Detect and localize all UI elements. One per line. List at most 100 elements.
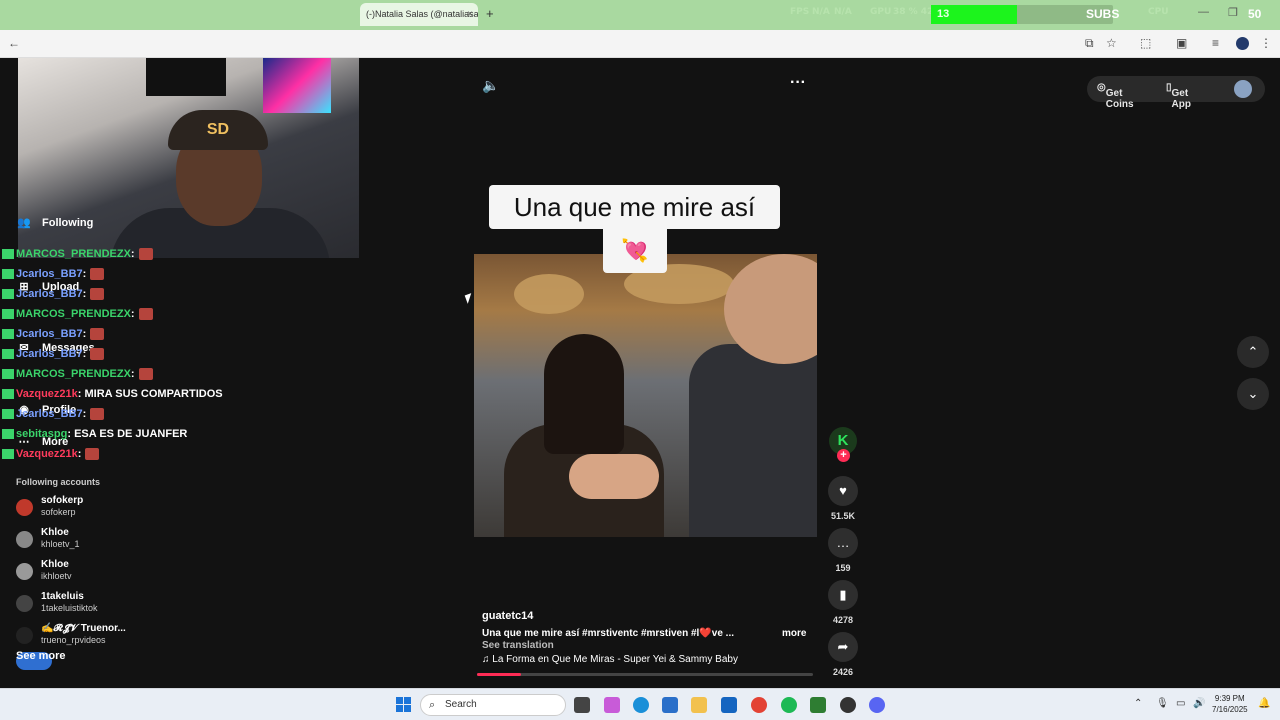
chat-message: MARCOS_PRENDEZX: — [2, 364, 153, 384]
account-avatar — [16, 499, 33, 516]
account-avatar — [16, 563, 33, 580]
see-translation-link[interactable]: See translation — [482, 640, 554, 651]
fps-value: N/A — [812, 7, 830, 17]
chat-text: : — [82, 288, 87, 300]
extensions-icon[interactable]: ⬚ — [1140, 36, 1151, 50]
maximize-icon[interactable]: ❐ — [1228, 6, 1238, 19]
video-lamp — [514, 274, 584, 314]
edge-icon[interactable] — [633, 697, 649, 713]
chat-username: Jcarlos_BB7 — [16, 408, 83, 420]
bookmark-icon[interactable]: ▮ — [828, 580, 858, 610]
chat-username: MARCOS_PRENDEZX — [16, 248, 131, 260]
webcam-poster — [263, 58, 331, 113]
get-coins-button[interactable]: ◎ Get Coins — [1097, 82, 1134, 110]
microphone-icon[interactable]: 🎙 — [1156, 698, 1169, 709]
media-icon[interactable]: ≡ — [1212, 36, 1219, 50]
account-avatar — [16, 531, 33, 548]
chat-emote-icon — [90, 408, 105, 421]
windows-taskbar: ⌕ Search ⌃ 🎙 ▭ 🔊 9:39 PM 7/16/2025 🔔 — [0, 688, 1280, 720]
chat-text: : — [130, 308, 135, 320]
following-account-item[interactable]: Khloe ikhloetv — [16, 559, 216, 587]
volume-icon[interactable]: 🔈 — [482, 77, 499, 94]
video-caption: Una que me mire así — [489, 185, 780, 229]
profile-avatar-icon[interactable] — [1236, 37, 1249, 50]
obs-icon[interactable] — [840, 697, 856, 713]
browser-menu-icon[interactable]: ⋮ — [1260, 36, 1272, 50]
video-person — [544, 334, 624, 454]
following-accounts-heading: Following accounts — [16, 477, 101, 487]
install-icon[interactable]: ⧉ — [1085, 36, 1094, 51]
following-account-item[interactable]: sofokerp sofokerp — [16, 495, 216, 523]
chat-username: Vazquez21k — [16, 388, 78, 400]
chat-badge-icon — [2, 409, 14, 420]
chat-message: Jcarlos_BB7: — [2, 264, 105, 284]
chat-text: : MIRA SUS COMPARTIDOS — [77, 388, 223, 400]
get-app-button[interactable]: ▯ Get App — [1166, 82, 1191, 110]
chat-text: : — [130, 248, 135, 260]
like-action[interactable]: ♥ 51.5K — [828, 476, 858, 521]
save-count: 4278 — [832, 615, 854, 625]
see-more-link[interactable]: See more — [16, 650, 66, 662]
back-icon[interactable]: ← — [8, 36, 20, 50]
following-account-item[interactable]: 1takeluis 1takeluistiktok — [16, 591, 216, 619]
notifications-icon[interactable]: 🔔 — [1258, 698, 1270, 709]
browser-tab[interactable]: (-)Natalia Salas (@nataliasal × — [360, 3, 478, 26]
video-progress-bar[interactable] — [477, 673, 813, 676]
taskbar-search[interactable]: ⌕ Search — [420, 694, 566, 716]
clock-time: 9:39 PM — [1214, 694, 1245, 703]
share-icon[interactable]: ➦ — [828, 632, 858, 662]
chevron-up-icon[interactable]: ⌃ — [1237, 336, 1269, 368]
search-icon: ⌕ — [429, 699, 436, 711]
save-action[interactable]: ▮ 4278 — [828, 580, 858, 625]
tiktok-page: SD 👥 Following ⊞ Upload ✉ Messages ◉ Profile… — [0, 58, 1280, 688]
chat-text: : — [77, 448, 82, 460]
share-action[interactable]: ➦ 2426 — [828, 632, 858, 677]
video-options-icon[interactable]: ··· — [790, 74, 806, 92]
nav-following[interactable]: 👥 Following — [16, 216, 93, 229]
chat-emote-icon — [90, 328, 105, 341]
following-account-item[interactable]: Khloe khloetv_1 — [16, 527, 216, 555]
video-player[interactable] — [474, 254, 817, 537]
comment-count: 159 — [835, 563, 851, 573]
heart-icon[interactable]: ♥ — [828, 476, 858, 506]
chat-message: MARCOS_PRENDEZX: — [2, 304, 153, 324]
new-tab-button[interactable]: + — [486, 6, 494, 21]
chrome-icon[interactable] — [751, 697, 767, 713]
chat-message: Jcarlos_BB7: — [2, 404, 105, 424]
chat-username: Jcarlos_BB7 — [16, 268, 83, 280]
file-explorer-icon[interactable] — [691, 697, 707, 713]
tray-chevron-icon[interactable]: ⌃ — [1134, 698, 1142, 709]
video-author[interactable]: guatetc14 — [482, 610, 533, 622]
outlook-icon[interactable] — [721, 697, 737, 713]
split-view-icon[interactable]: ▣ — [1176, 36, 1187, 50]
description-more-link[interactable]: more — [782, 628, 806, 639]
following-account-item[interactable]: ✍️𝓡𝓙𝓥 Truenor... trueno_rpvideos — [16, 623, 216, 651]
chat-text: : ESA ES DE JUANFER — [67, 428, 188, 440]
taskbar-clock[interactable]: 9:39 PM 7/16/2025 — [1212, 693, 1248, 715]
terminal-icon[interactable] — [810, 697, 826, 713]
windows-start-icon[interactable] — [396, 697, 412, 713]
comment-icon[interactable]: … — [828, 528, 858, 558]
user-avatar[interactable] — [1234, 80, 1252, 98]
discord-icon[interactable] — [869, 697, 885, 713]
webcam-cap-logo: SD — [168, 110, 268, 150]
chevron-down-icon[interactable]: ⌄ — [1237, 378, 1269, 410]
music-track[interactable]: ♫ La Forma en Que Me Miras - Super Yei &… — [482, 654, 738, 665]
chat-badge-icon — [2, 449, 14, 460]
task-view-icon[interactable] — [574, 697, 590, 713]
store-icon[interactable] — [662, 697, 678, 713]
tab-close-icon[interactable]: × — [467, 3, 473, 26]
comment-action[interactable]: … 159 — [828, 528, 858, 573]
follow-plus-icon[interactable]: + — [837, 449, 850, 462]
chat-username: MARCOS_PRENDEZX — [16, 368, 131, 380]
speaker-icon[interactable]: 🔊 — [1193, 698, 1205, 709]
minimize-icon[interactable]: — — [1198, 6, 1209, 18]
copilot-icon[interactable] — [604, 697, 620, 713]
network-icon[interactable]: ▭ — [1176, 698, 1185, 709]
bookmark-star-icon[interactable]: ☆ — [1106, 36, 1117, 50]
chat-emote-icon — [138, 248, 153, 261]
spotify-icon[interactable] — [781, 697, 797, 713]
browser-tab-bar: (-)Natalia Salas (@nataliasal × + FPS N/… — [0, 0, 1280, 30]
chat-text: : — [130, 368, 135, 380]
chat-text: : — [82, 328, 87, 340]
